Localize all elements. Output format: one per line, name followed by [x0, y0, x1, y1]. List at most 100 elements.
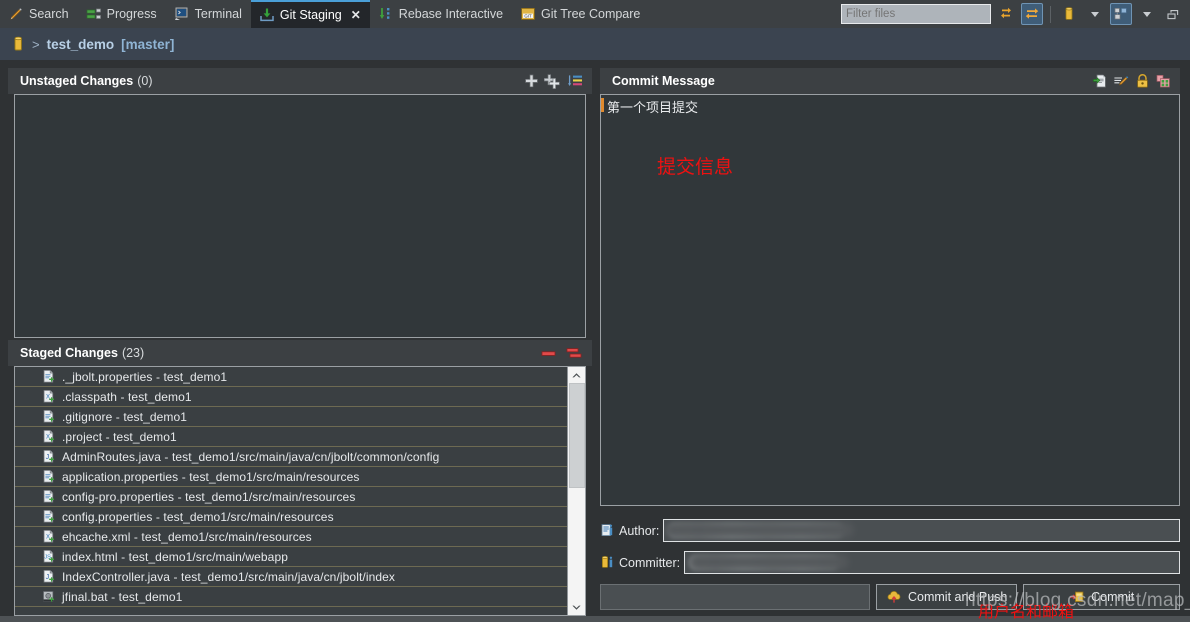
tab-git-staging[interactable]: Git Staging ✕	[250, 0, 370, 28]
tab-terminal[interactable]: Terminal	[166, 0, 251, 28]
tab-label: Rebase Interactive	[398, 7, 504, 21]
list-item-label: index.html - test_demo1/src/main/webapp	[62, 549, 289, 564]
list-item-label: config.properties - test_demo1/src/main/…	[62, 509, 334, 524]
list-item[interactable]: application.properties - test_demo1/src/…	[15, 467, 568, 487]
xml-file-icon: X	[41, 429, 56, 444]
list-item-label: config-pro.properties - test_demo1/src/m…	[62, 489, 356, 504]
properties-file-icon	[41, 409, 56, 424]
view-toolbar	[841, 0, 1190, 28]
toolbar-divider	[1050, 5, 1051, 23]
list-item-label: .project - test_demo1	[62, 429, 177, 444]
list-item[interactable]: JS index.html - test_demo1/src/main/weba…	[15, 547, 568, 567]
filter-files-input[interactable]	[841, 4, 991, 24]
breadcrumb-repo-name[interactable]: test_demo	[47, 37, 115, 52]
list-item-label: jfinal.bat - test_demo1	[62, 589, 183, 604]
scroll-down-arrow-icon[interactable]	[568, 599, 586, 615]
commit-message-textarea[interactable]: 第一个项目提交 提交信息	[600, 94, 1180, 506]
add-all-icon[interactable]	[544, 73, 563, 90]
compare-mode-icon[interactable]	[1021, 3, 1043, 25]
add-change-id-icon[interactable]	[1155, 73, 1172, 90]
view-menu-caret[interactable]	[1136, 3, 1158, 25]
list-item[interactable]: .gitignore - test_demo1	[15, 407, 568, 427]
identity-annotation: 用户名和邮箱	[978, 602, 1075, 621]
close-icon[interactable]: ✕	[351, 9, 361, 21]
scrollbar-thumb[interactable]	[568, 383, 585, 488]
git-staging-icon	[259, 7, 275, 23]
committer-label: Committer:	[619, 555, 681, 570]
remove-all-icon[interactable]	[563, 346, 584, 361]
committer-label-group: Committer:	[600, 555, 680, 570]
text-cursor	[601, 98, 604, 112]
commit-message-text: 第一个项目提交	[607, 101, 699, 116]
tab-label: Terminal	[194, 7, 242, 21]
sort-filter-icon[interactable]	[567, 73, 584, 90]
repository-icon[interactable]	[1058, 3, 1080, 25]
committer-row: Committer:	[600, 550, 1180, 575]
list-item-label: AdminRoutes.java - test_demo1/src/main/j…	[62, 449, 440, 464]
scroll-up-arrow-icon[interactable]	[568, 367, 586, 383]
tab-rebase-interactive[interactable]: Rebase Interactive	[370, 0, 512, 28]
breadcrumb-separator: >	[32, 36, 40, 52]
xml-file-icon: X	[41, 529, 56, 544]
actions-filler	[600, 584, 870, 610]
commit-message-title: Commit Message	[612, 74, 715, 88]
list-item-label: IndexController.java - test_demo1/src/ma…	[62, 569, 396, 584]
progress-icon	[86, 6, 102, 22]
list-item[interactable]: X .classpath - test_demo1	[15, 387, 568, 407]
view-tab-bar: Search Progress Terminal Git Staging ✕ R…	[0, 0, 1190, 28]
list-item[interactable]: config-pro.properties - test_demo1/src/m…	[15, 487, 568, 507]
staged-changes-list[interactable]: ._jbolt.properties - test_demo1 X .class…	[14, 366, 586, 616]
staged-changes-panel: Staged Changes (23) ._jbolt.properties -…	[8, 340, 592, 616]
list-item[interactable]: ._jbolt.properties - test_demo1	[15, 367, 568, 387]
unstaged-changes-header: Unstaged Changes (0)	[8, 68, 592, 94]
remove-icon[interactable]	[540, 346, 559, 361]
repository-dropdown-caret[interactable]	[1084, 3, 1106, 25]
committer-input[interactable]	[684, 551, 1180, 574]
commit-message-header: Commit Message	[600, 68, 1180, 94]
html-file-icon: JS	[41, 549, 56, 564]
list-item-label: ehcache.xml - test_demo1/src/main/resour…	[62, 529, 312, 544]
author-label-group: Author:	[600, 523, 659, 538]
list-item[interactable]: jfinal.bat - test_demo1	[15, 587, 568, 607]
tab-label: Search	[29, 7, 69, 21]
properties-file-icon	[41, 369, 56, 384]
breadcrumb-branch-name[interactable]: [master]	[121, 37, 174, 52]
tab-search[interactable]: Search	[0, 0, 78, 28]
bat-file-icon	[41, 589, 56, 604]
commit-message-annotation: 提交信息	[657, 156, 734, 178]
unstaged-toolbar	[523, 73, 592, 90]
tab-git-tree-compare[interactable]: GIT Git Tree Compare	[512, 0, 649, 28]
list-item[interactable]: X .project - test_demo1	[15, 427, 568, 447]
list-item[interactable]: config.properties - test_demo1/src/main/…	[15, 507, 568, 527]
presentation-icon[interactable]	[1110, 3, 1132, 25]
author-icon	[600, 523, 615, 538]
staged-list-scrollbar[interactable]	[567, 367, 585, 615]
unstaged-changes-list[interactable]	[14, 94, 586, 338]
minimize-icon[interactable]	[1162, 3, 1184, 25]
staged-changes-title: Staged Changes	[20, 346, 118, 360]
list-item[interactable]: J IndexController.java - test_demo1/src/…	[15, 567, 568, 587]
properties-file-icon	[41, 509, 56, 524]
list-item-label: ._jbolt.properties - test_demo1	[62, 369, 228, 384]
svg-text:J: J	[46, 574, 50, 581]
list-item-label: .gitignore - test_demo1	[62, 409, 188, 424]
java-file-icon: J	[41, 569, 56, 584]
author-label: Author:	[619, 523, 660, 538]
commit-message-toolbar	[1092, 73, 1180, 90]
author-input[interactable]	[663, 519, 1180, 542]
add-icon[interactable]	[523, 73, 540, 90]
list-item[interactable]: J AdminRoutes.java - test_demo1/src/main…	[15, 447, 568, 467]
list-item[interactable]: X ehcache.xml - test_demo1/src/main/reso…	[15, 527, 568, 547]
signoff-icon[interactable]	[1113, 73, 1130, 90]
breadcrumb: > test_demo [master]	[0, 28, 1190, 60]
tab-label: Git Staging	[279, 8, 342, 22]
refresh-icon[interactable]	[995, 3, 1017, 25]
committer-icon	[600, 555, 615, 570]
tab-progress[interactable]: Progress	[78, 0, 166, 28]
gerrit-change-id-icon[interactable]	[1134, 73, 1151, 90]
scrollbar-track[interactable]	[568, 383, 586, 599]
java-file-icon: J	[41, 449, 56, 464]
amend-icon[interactable]	[1092, 73, 1109, 90]
tab-label: Progress	[106, 7, 157, 21]
unstaged-changes-title: Unstaged Changes	[20, 74, 134, 88]
